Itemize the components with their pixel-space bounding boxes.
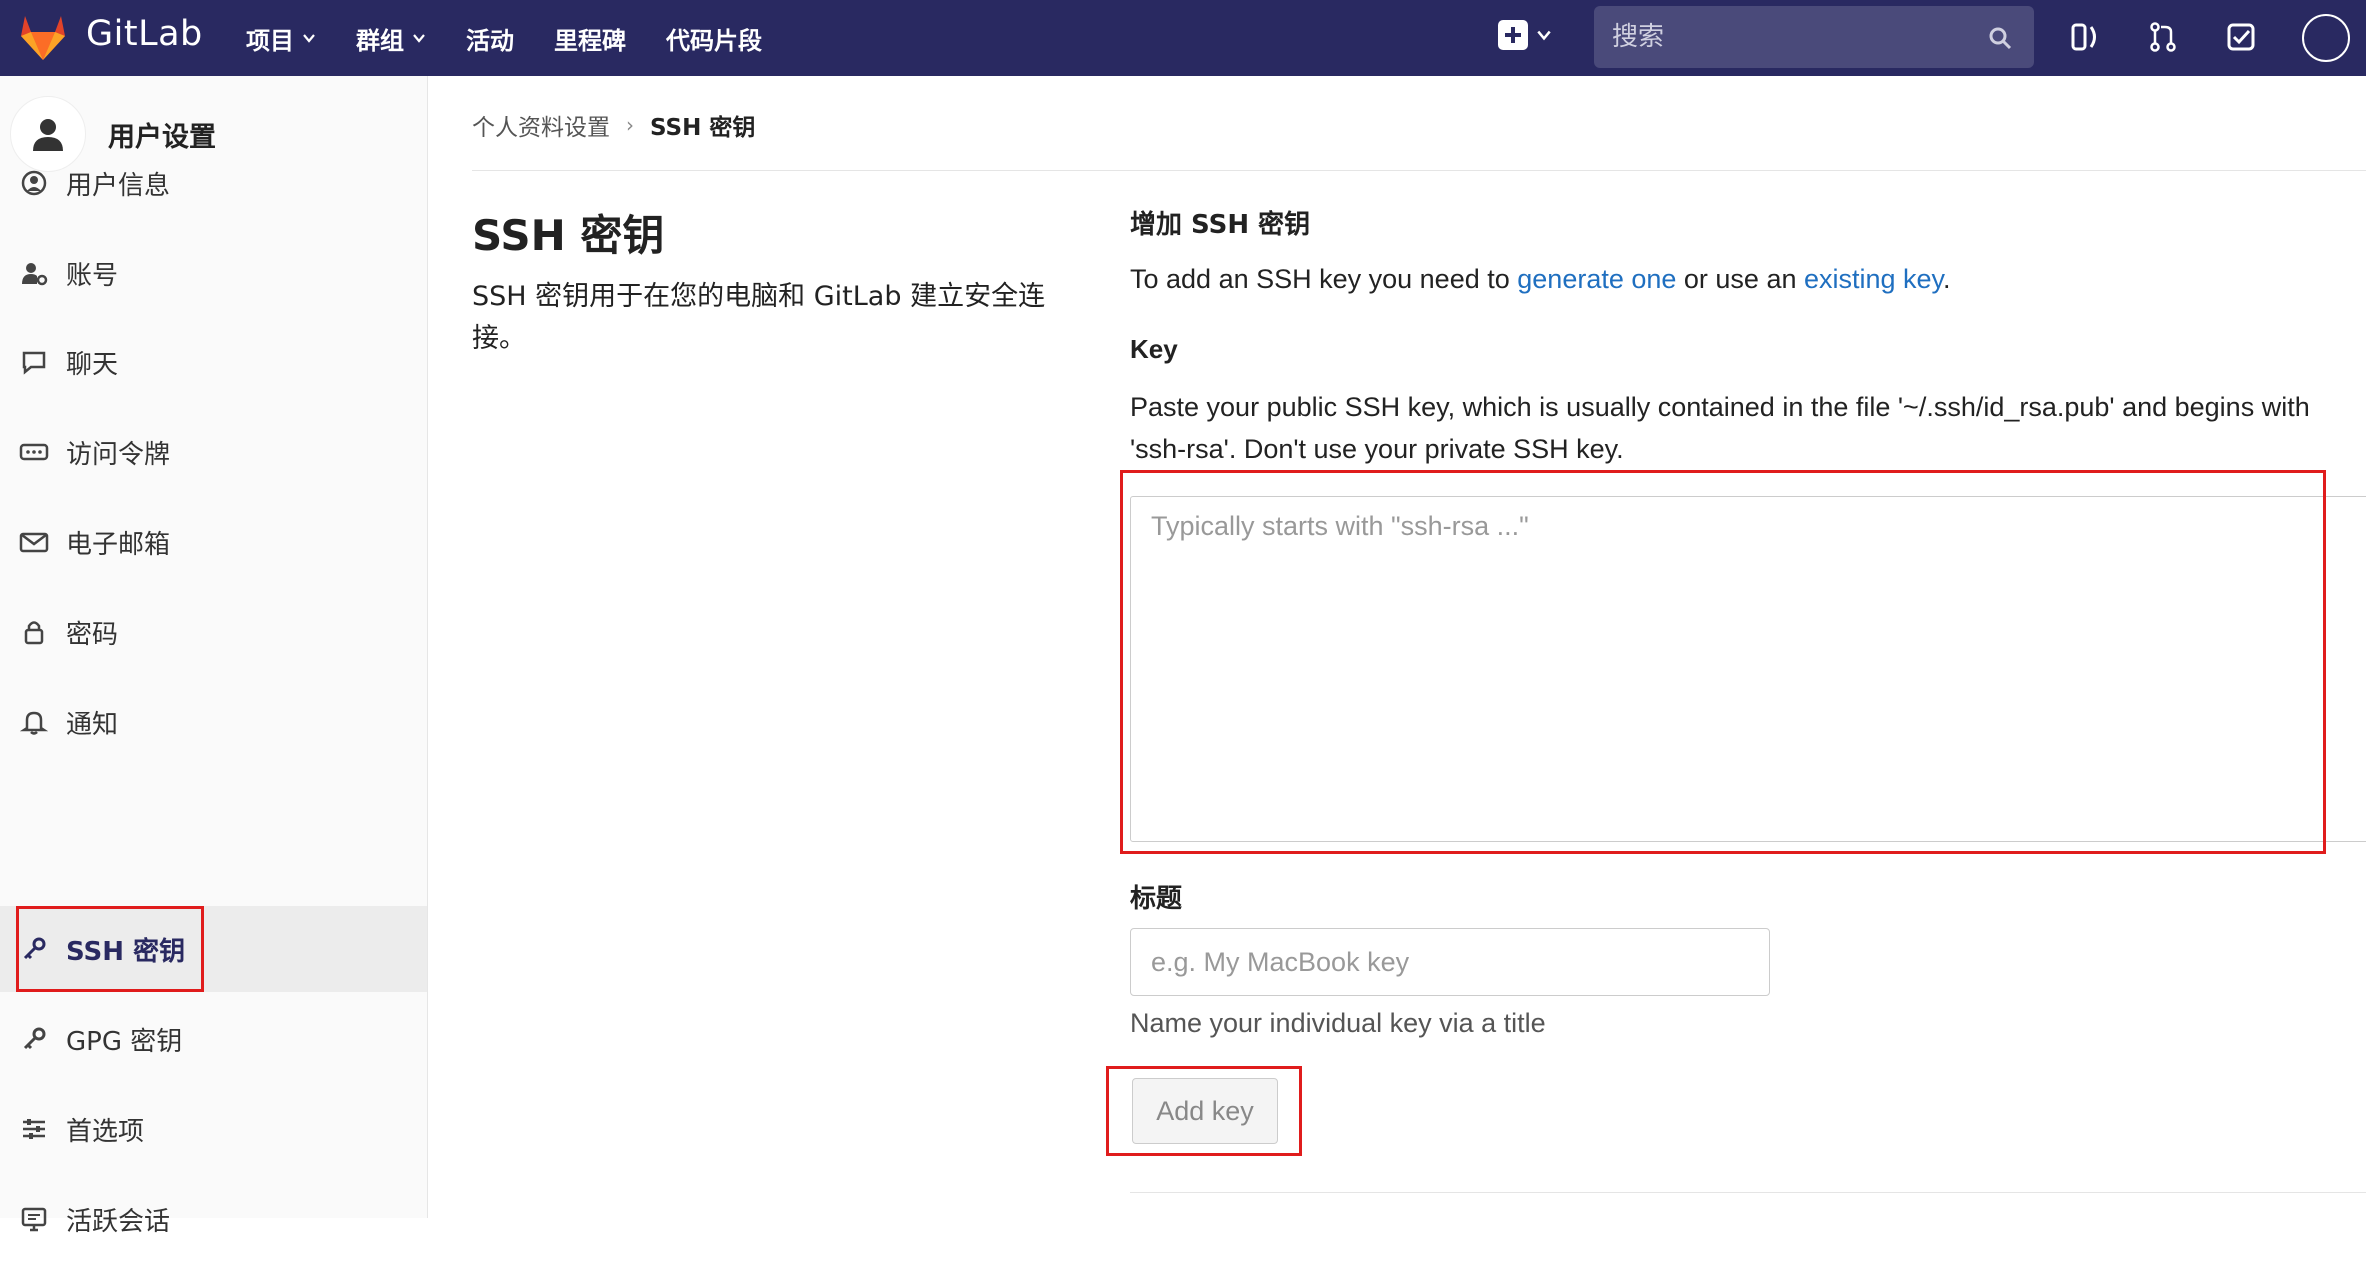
existing-key-link[interactable]: existing key: [1804, 264, 1943, 294]
highlight-box: [16, 906, 204, 992]
search-icon[interactable]: [1988, 26, 2012, 50]
gitlab-logo-icon[interactable]: [16, 10, 70, 64]
bell-icon: [18, 706, 50, 738]
sidebar-item-preferences[interactable]: 首选项: [0, 1086, 427, 1172]
nav-projects[interactable]: 项目: [246, 21, 316, 56]
sidebar-item-label: 聊天: [66, 349, 119, 380]
sidebar-item-label: 电子邮箱: [66, 529, 171, 560]
monitor-icon: [18, 1203, 50, 1235]
page-title: SSH 密钥: [472, 211, 665, 260]
intro-suffix: .: [1943, 264, 1951, 294]
nav-milestones[interactable]: 里程碑: [554, 21, 626, 56]
intro-middle: or use an: [1676, 264, 1804, 294]
token-icon: [18, 436, 50, 468]
sidebar-item-label: GPG 密钥: [66, 1026, 183, 1057]
sidebar-item-chat[interactable]: 聊天: [0, 319, 427, 405]
top-navbar: GitLab 项目 群组 活动 里程碑 代码片段: [0, 0, 2366, 76]
lock-icon: [18, 616, 50, 648]
sidebar-item-label: 用户信息: [66, 170, 171, 201]
chevron-down-icon: [303, 34, 315, 43]
intro-prefix: To add an SSH key you need to: [1130, 264, 1518, 294]
divider: [1130, 1192, 2366, 1193]
user-gear-icon: [18, 257, 50, 289]
key-icon: [18, 1023, 50, 1055]
todo-icon[interactable]: [2224, 20, 2258, 54]
settings-sidebar: 用户设置 用户信息 账号 聊天 访问令牌 电子邮箱 密码 通知 SSH 密钥 G…: [0, 76, 428, 1237]
highlight-box: [1120, 470, 2326, 854]
sidebar-item-label: 账号: [66, 260, 119, 291]
brand-name[interactable]: GitLab: [86, 14, 203, 54]
title-input[interactable]: [1130, 928, 1770, 996]
plus-icon: [1498, 20, 1528, 50]
nav-groups[interactable]: 群组: [356, 21, 426, 56]
sliders-icon: [18, 1113, 50, 1145]
chevron-right-icon: ›: [626, 113, 634, 137]
sidebar-item-active-sessions[interactable]: 活跃会话: [0, 1176, 427, 1262]
chevron-down-icon: [1537, 30, 1551, 41]
sidebar-item-gpg-keys[interactable]: GPG 密钥: [0, 996, 427, 1082]
highlight-box: [1106, 1066, 1302, 1156]
section-title: 增加 SSH 密钥: [1130, 210, 1311, 240]
mail-icon: [18, 526, 50, 558]
nav-groups-label: 群组: [356, 26, 404, 55]
key-label: Key: [1130, 334, 1178, 364]
nav-snippets-label: 代码片段: [666, 26, 762, 55]
search-input[interactable]: [1594, 22, 1974, 52]
issues-icon[interactable]: [2068, 20, 2102, 54]
divider: [472, 170, 2366, 171]
chat-icon: [18, 346, 50, 378]
title-help-text: Name your individual key via a title: [1130, 1008, 1546, 1038]
breadcrumb-current[interactable]: SSH 密钥: [650, 108, 755, 142]
new-item-dropdown[interactable]: [1498, 20, 1552, 50]
sidebar-item-label: 访问令牌: [66, 439, 171, 470]
sidebar-item-label: 密码: [66, 619, 119, 650]
user-circle-icon: [18, 167, 50, 199]
nav-activity[interactable]: 活动: [466, 21, 514, 56]
nav-activity-label: 活动: [466, 26, 514, 55]
user-avatar[interactable]: [2302, 14, 2350, 62]
breadcrumb: 个人资料设置 › SSH 密钥: [472, 108, 755, 142]
generate-key-link[interactable]: generate one: [1517, 264, 1676, 294]
sidebar-item-label: 首选项: [66, 1116, 145, 1147]
title-label: 标题: [1130, 884, 1183, 914]
chevron-down-icon: [413, 34, 425, 43]
nav-snippets[interactable]: 代码片段: [666, 21, 762, 56]
main-nav: 项目 群组 活动 里程碑 代码片段: [246, 0, 802, 76]
page-description: SSH 密钥用于在您的电脑和 GitLab 建立安全连接。: [472, 281, 1046, 354]
sidebar-item-emails[interactable]: 电子邮箱: [0, 499, 427, 585]
intro-text: To add an SSH key you need to generate o…: [1130, 264, 1951, 295]
sidebar-item-access-tokens[interactable]: 访问令牌: [0, 409, 427, 495]
nav-milestones-label: 里程碑: [554, 26, 626, 55]
sidebar-item-notifications[interactable]: 通知: [0, 679, 427, 765]
sidebar-item-password[interactable]: 密码: [0, 589, 427, 675]
sidebar-item-profile[interactable]: 用户信息: [0, 140, 427, 226]
nav-projects-label: 项目: [246, 26, 294, 55]
sidebar-item-label: 通知: [66, 709, 119, 740]
key-help-text: Paste your public SSH key, which is usua…: [1130, 392, 2310, 464]
sidebar-item-label: 活跃会话: [66, 1206, 171, 1237]
breadcrumb-parent[interactable]: 个人资料设置: [472, 108, 610, 142]
search-box: [1594, 6, 2034, 68]
sidebar-item-account[interactable]: 账号: [0, 230, 427, 316]
merge-request-icon[interactable]: [2146, 20, 2180, 54]
